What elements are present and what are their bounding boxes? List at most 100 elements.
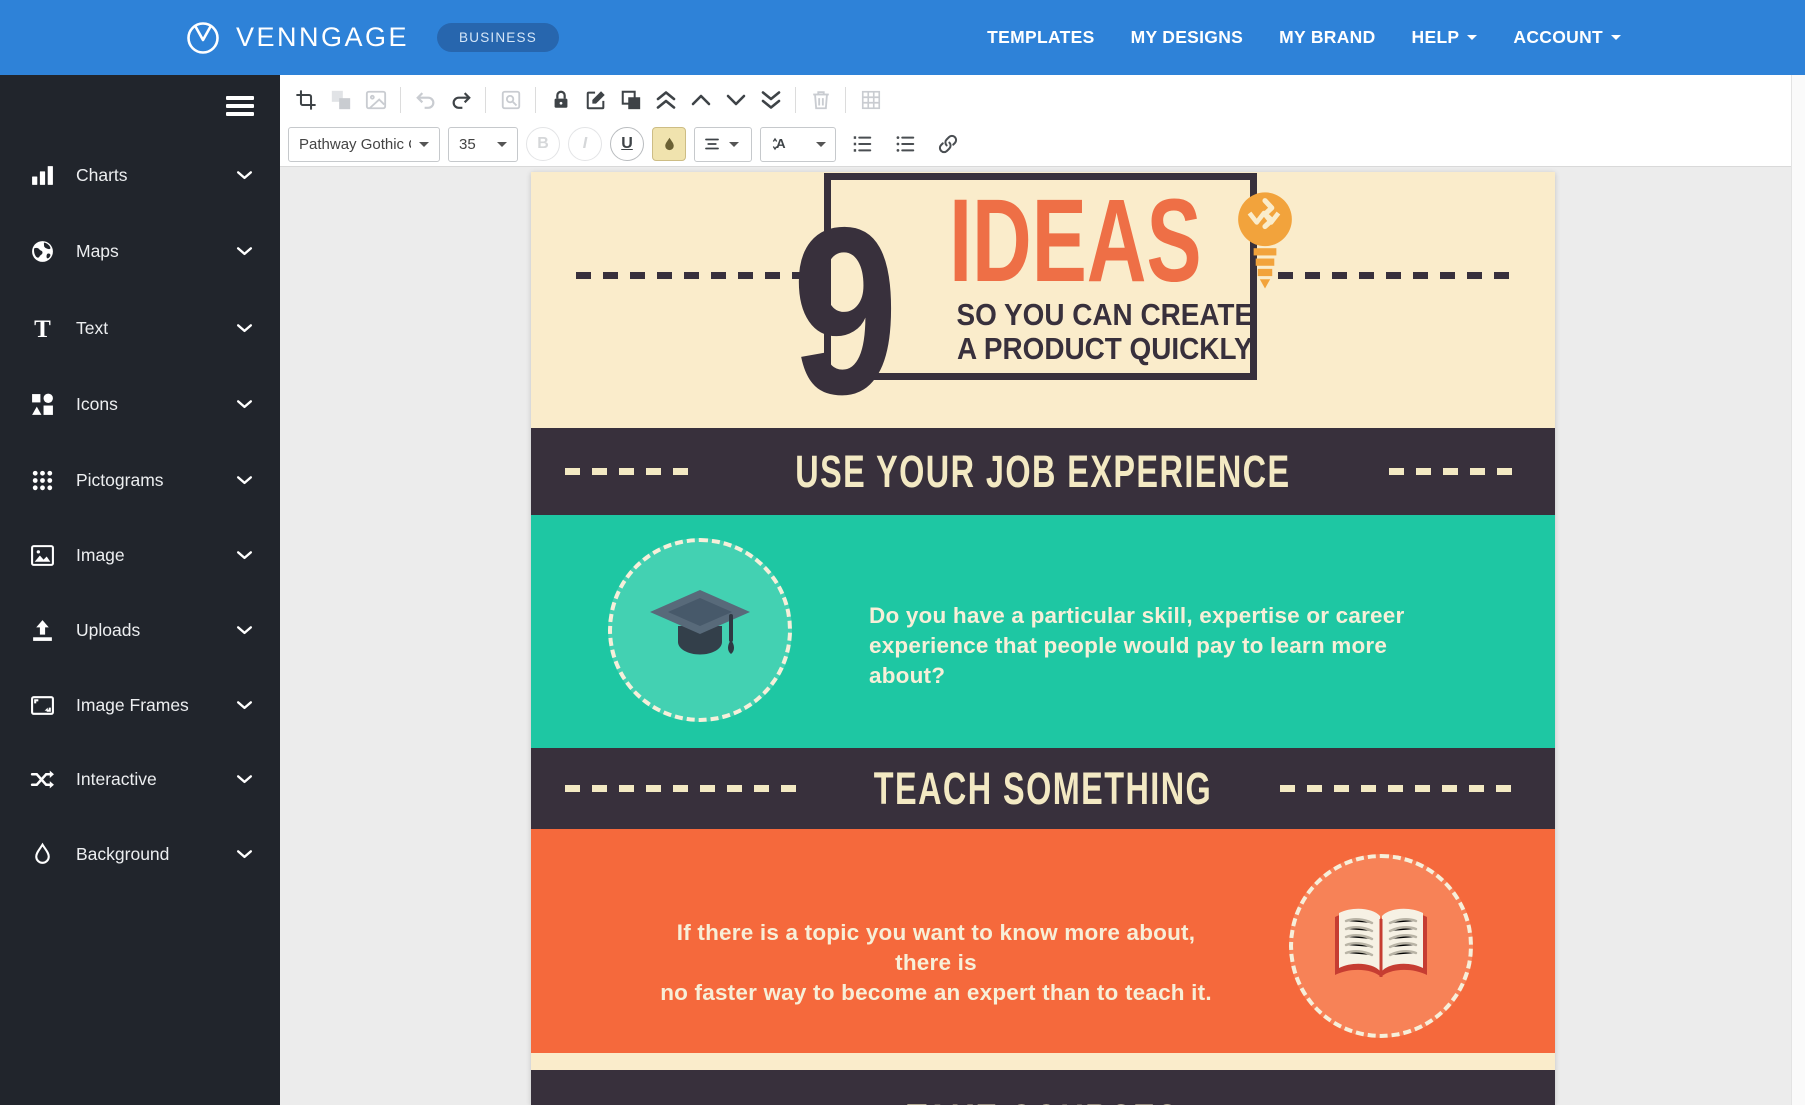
editor-toolbar: Pathway Gothic O... 35 B I U A (280, 75, 1805, 167)
caret-down-icon (1467, 35, 1477, 45)
image-frame-icon (30, 693, 55, 718)
open-book-icon (1325, 903, 1437, 989)
graduation-cap-badge[interactable] (608, 538, 792, 722)
chevron-down-icon (235, 845, 254, 864)
bring-to-front-icon[interactable] (648, 83, 683, 118)
band-label[interactable]: USE YOUR JOB EXPERIENCE (795, 446, 1290, 498)
font-family-select[interactable]: Pathway Gothic O... (288, 127, 440, 162)
delete-icon[interactable] (803, 83, 838, 118)
chevron-down-icon (235, 621, 254, 640)
crop-icon[interactable] (288, 83, 323, 118)
undo-icon[interactable] (408, 83, 443, 118)
redo-icon[interactable] (443, 83, 478, 118)
globe-icon (30, 239, 55, 264)
open-book-badge[interactable] (1289, 854, 1473, 1038)
chevron-down-icon (235, 395, 254, 414)
bold-button[interactable]: B (526, 127, 560, 161)
orange-section-text[interactable]: If there is a topic you want to know mor… (651, 918, 1221, 1008)
nav-account[interactable]: ACCOUNT (1513, 27, 1621, 48)
nav-my-designs[interactable]: MY DESIGNS (1131, 27, 1244, 48)
sidebar-item-background[interactable]: Background (0, 832, 280, 876)
section-band-teach-something[interactable]: TEACH SOMETHING (531, 748, 1555, 829)
chevron-down-icon (235, 696, 254, 715)
nav-templates[interactable]: TEMPLATES (987, 27, 1094, 48)
sidebar-item-image[interactable]: Image (0, 533, 280, 577)
title-subtitle[interactable]: SO YOU CAN CREATE A PRODUCT QUICKLY (956, 298, 1253, 366)
dashed-line (565, 785, 806, 792)
ordered-list-icon[interactable] (844, 127, 879, 162)
chevron-down-icon (235, 242, 254, 261)
sidebar-item-uploads[interactable]: Uploads (0, 608, 280, 652)
design-canvas[interactable]: 9 IDEAS SO YOU CAN CREATE (531, 172, 1555, 1105)
bring-forward-icon[interactable] (683, 83, 718, 118)
shuffle-icon (30, 767, 55, 792)
section-band-take-courses[interactable]: TAKE COURSES (531, 1070, 1555, 1105)
letter-spacing-select[interactable]: A (760, 127, 836, 162)
sidebar-item-image-frames[interactable]: Image Frames (0, 683, 280, 727)
bar-chart-icon (30, 163, 55, 188)
lock-icon[interactable] (543, 83, 578, 118)
edit-icon[interactable] (578, 83, 613, 118)
text-align-select[interactable] (694, 127, 752, 162)
scrollbar-track[interactable] (1791, 75, 1805, 1105)
align-center-icon (703, 135, 721, 153)
caret-down-icon (419, 142, 429, 152)
link-icon[interactable] (930, 127, 965, 162)
canvas-gap[interactable] (531, 1053, 1555, 1070)
toolbar-divider (485, 87, 486, 113)
sidebar-item-interactive[interactable]: Interactive (0, 757, 280, 801)
dashed-line (1278, 272, 1514, 279)
font-size-select[interactable]: 35 (448, 127, 518, 162)
navbar-menu: TEMPLATES MY DESIGNS MY BRAND HELP ACCOU… (987, 0, 1621, 75)
toolbar-row-text: Pathway Gothic O... 35 B I U A (288, 125, 965, 163)
title-number[interactable]: 9 (792, 219, 898, 405)
text-color-button[interactable] (652, 127, 686, 161)
unordered-list-icon[interactable] (887, 127, 922, 162)
caret-down-icon (729, 142, 739, 152)
chevron-down-icon (235, 546, 254, 565)
brand-wordmark[interactable]: VENNGAGE (236, 22, 409, 53)
sidebar-item-icons[interactable]: Icons (0, 382, 280, 426)
caret-down-icon (497, 142, 507, 152)
toolbar-divider (535, 87, 536, 113)
sidebar-item-charts[interactable]: Charts (0, 153, 280, 197)
dashed-line (565, 468, 697, 475)
teal-section-text[interactable]: Do you have a particular skill, expertis… (869, 601, 1449, 691)
section-band-use-your-job-experience[interactable]: USE YOUR JOB EXPERIENCE (531, 428, 1555, 515)
title-word[interactable]: IDEAS (949, 194, 1201, 288)
dot-grid-icon (30, 468, 55, 493)
lightbulb-icon (1234, 188, 1296, 296)
letter-spacing-icon: A (770, 134, 790, 154)
left-sidebar: Charts Maps T Text Icons Pictograms Imag… (0, 75, 280, 1105)
dashed-line (1280, 785, 1521, 792)
sidebar-item-text[interactable]: T Text (0, 306, 280, 350)
position-grid-icon[interactable] (853, 83, 888, 118)
image-preview-icon[interactable] (493, 83, 528, 118)
upload-icon (30, 618, 55, 643)
sidebar-item-pictograms[interactable]: Pictograms (0, 458, 280, 502)
toolbar-row-actions (288, 81, 888, 119)
venngage-editor: VENNGAGE BUSINESS TEMPLATES MY DESIGNS M… (0, 0, 1805, 1105)
toolbar-divider (795, 87, 796, 113)
venngage-logo-icon[interactable] (186, 21, 220, 55)
image-icon[interactable] (358, 83, 393, 118)
send-to-back-icon[interactable] (753, 83, 788, 118)
band-label[interactable]: TEACH SOMETHING (874, 763, 1212, 815)
italic-button[interactable]: I (568, 127, 602, 161)
send-backward-icon[interactable] (718, 83, 753, 118)
chevron-down-icon (235, 166, 254, 185)
nav-my-brand[interactable]: MY BRAND (1279, 27, 1375, 48)
text-icon: T (30, 316, 55, 341)
svg-text:T: T (34, 316, 51, 341)
sidebar-item-maps[interactable]: Maps (0, 229, 280, 273)
underline-button[interactable]: U (610, 127, 644, 161)
title-block[interactable]: 9 IDEAS SO YOU CAN CREATE (824, 173, 1257, 380)
hamburger-menu-icon[interactable] (226, 96, 254, 116)
band-label[interactable]: TAKE COURSES (907, 1095, 1179, 1105)
chevron-down-icon (235, 319, 254, 338)
replace-image-icon[interactable] (323, 83, 358, 118)
image-icon (30, 543, 55, 568)
business-badge[interactable]: BUSINESS (437, 23, 559, 52)
nav-help[interactable]: HELP (1412, 27, 1478, 48)
duplicate-icon[interactable] (613, 83, 648, 118)
